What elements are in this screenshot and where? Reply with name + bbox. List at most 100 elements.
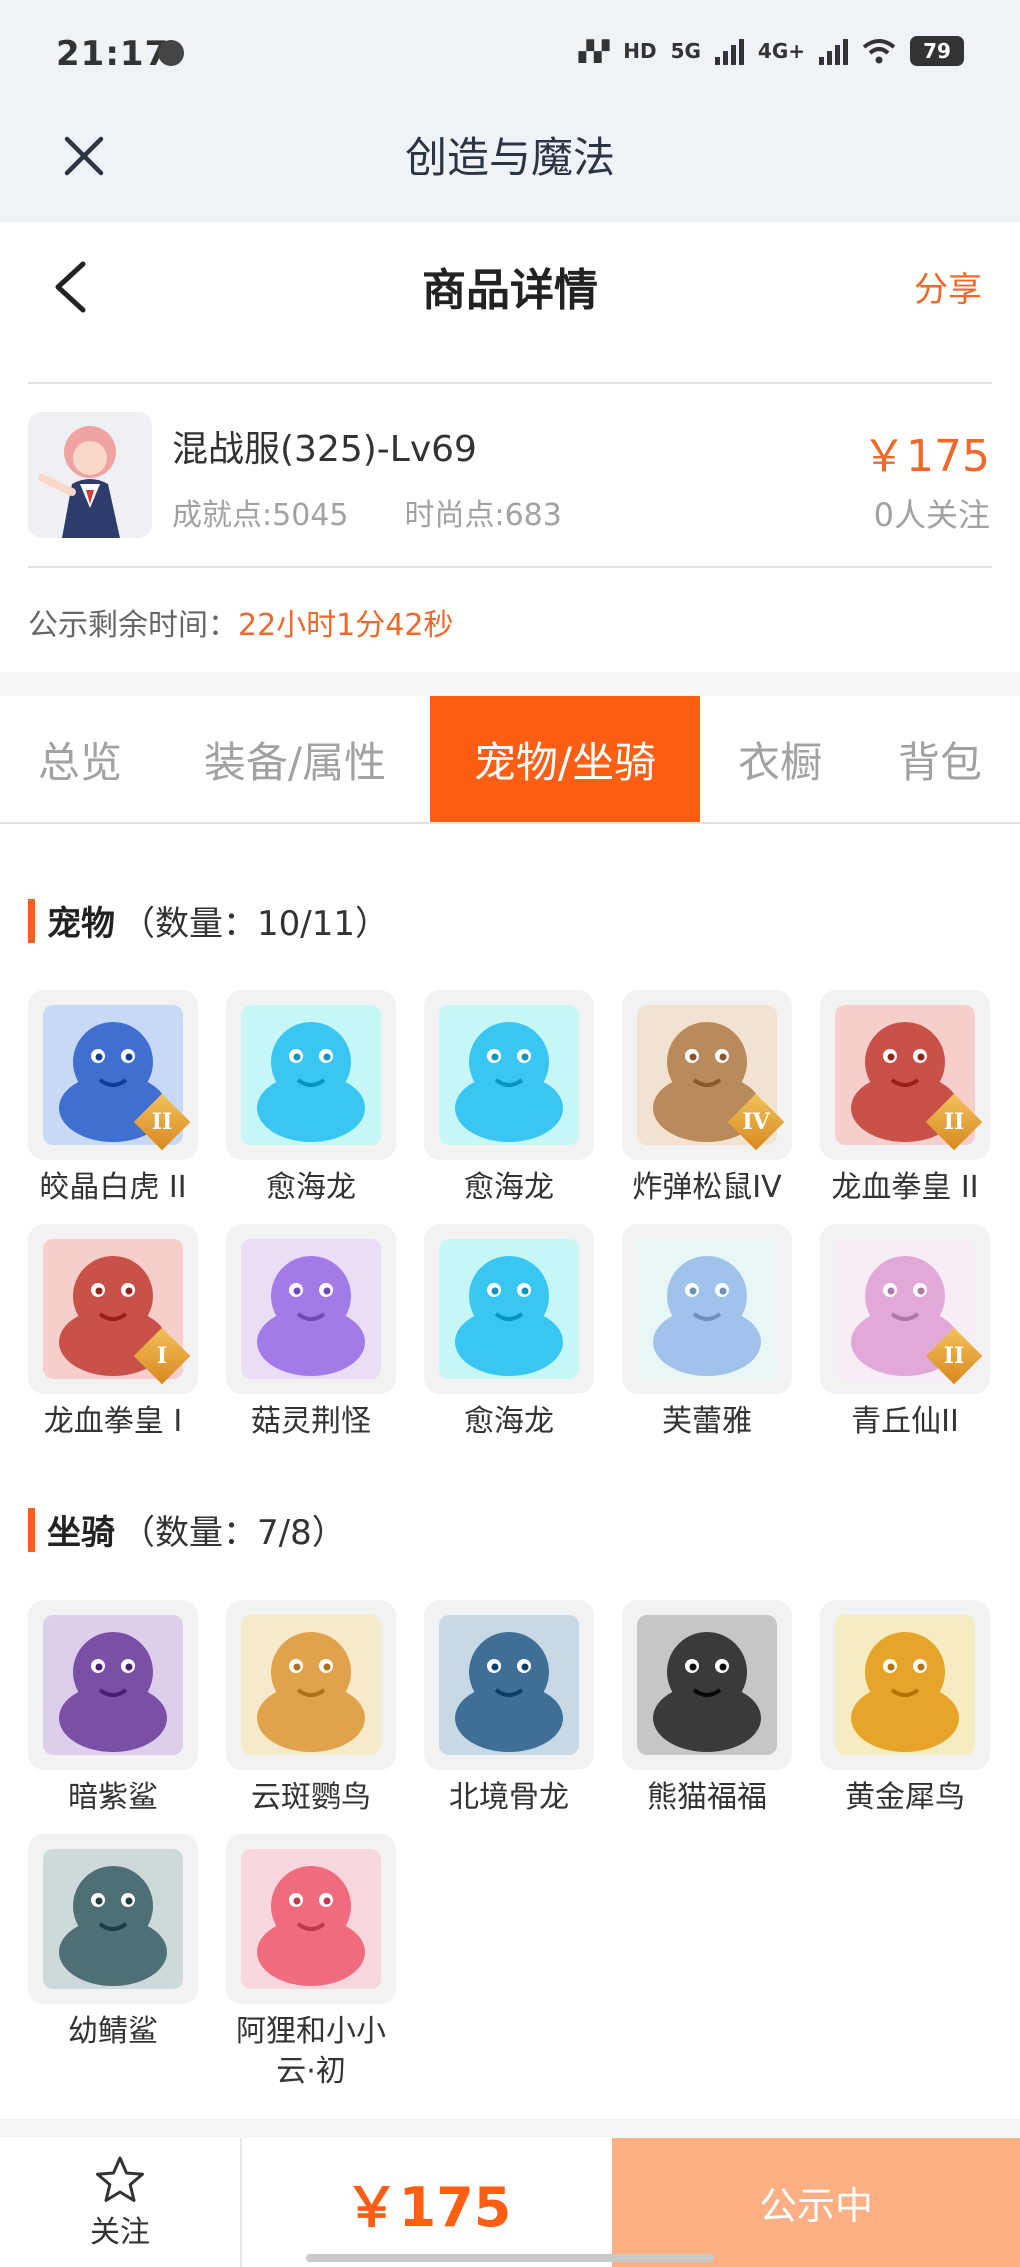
item-name: 愈海龙 bbox=[464, 1404, 554, 1439]
cell-signal-icon bbox=[714, 37, 744, 65]
item-name: 云斑鹦鸟 bbox=[251, 1780, 371, 1815]
sea-dragon-icon bbox=[226, 990, 396, 1160]
pet-item[interactable]: II 龙血拳皇 II bbox=[818, 990, 992, 1208]
panda-icon bbox=[622, 1600, 792, 1770]
pet-item[interactable]: 芙蕾雅 bbox=[620, 1224, 794, 1442]
squirrel-icon: IV bbox=[622, 990, 792, 1160]
purple-shark-icon bbox=[28, 1600, 198, 1770]
mount-item[interactable]: 黄金犀鸟 bbox=[818, 1600, 992, 1818]
publicity-status-button[interactable]: 公示中 bbox=[612, 2138, 1020, 2267]
pet-item[interactable]: 愈海龙 bbox=[422, 990, 596, 1208]
notice-row: 公示剩余时间：22小时1分42秒 bbox=[28, 600, 453, 644]
pet-item[interactable]: II 青丘仙II bbox=[818, 1224, 992, 1442]
notice-countdown: 22小时1分42秒 bbox=[238, 608, 454, 643]
bottom-price: ￥175 bbox=[344, 2176, 512, 2239]
home-indicator[interactable] bbox=[306, 2254, 714, 2262]
item-name: 芙蕾雅 bbox=[662, 1404, 752, 1439]
pet-item[interactable]: 愈海龙 bbox=[224, 990, 398, 1208]
item-name: 北境骨龙 bbox=[449, 1780, 569, 1815]
product-price: ￥175 bbox=[862, 431, 990, 482]
share-button[interactable]: 分享 bbox=[914, 262, 982, 311]
app-title-bar: 创造与魔法 bbox=[0, 112, 1020, 222]
bottom-action-bar: 关注 ￥175 公示中 bbox=[0, 2138, 1020, 2267]
white-tiger-icon: II bbox=[28, 990, 198, 1160]
dragon-boxer-icon: II bbox=[820, 990, 990, 1160]
notice-label: 公示剩余时间： bbox=[28, 608, 238, 643]
mount-item[interactable]: 暗紫鲨 bbox=[26, 1600, 200, 1818]
mount-item[interactable]: 阿狸和小小云·初 bbox=[224, 1834, 398, 2092]
status-bar: 21:17 ▞▞ HD 5G 4G+ 79 bbox=[0, 0, 1020, 112]
product-stats: 成就点:5045 时尚点:683 bbox=[172, 490, 562, 534]
rank-badge: II bbox=[133, 1093, 191, 1151]
product-avatar bbox=[28, 412, 152, 538]
page-title: 商品详情 bbox=[422, 265, 598, 316]
tab-backpack[interactable]: 背包 bbox=[860, 696, 1020, 822]
character-avatar-icon bbox=[28, 412, 152, 538]
item-name: 龙血拳皇 I bbox=[43, 1404, 183, 1439]
item-name: 青丘仙II bbox=[851, 1404, 959, 1439]
mount-item[interactable]: 熊猫福福 bbox=[620, 1600, 794, 1818]
achievement-points: 成就点:5045 bbox=[172, 498, 349, 533]
item-name: 熊猫福福 bbox=[647, 1780, 767, 1815]
pets-count: （数量：10/11） bbox=[121, 904, 389, 944]
tab-wardrobe[interactable]: 衣橱 bbox=[700, 696, 860, 822]
divider bbox=[28, 566, 992, 568]
rank-label: IV bbox=[742, 1109, 770, 1135]
status-icons: ▞▞ HD 5G 4G+ 79 bbox=[578, 36, 964, 66]
mount-item[interactable]: 北境骨龙 bbox=[422, 1600, 596, 1818]
page-header: 商品详情 分享 bbox=[0, 222, 1020, 382]
hornbill-icon bbox=[820, 1600, 990, 1770]
star-icon bbox=[96, 2156, 144, 2202]
fashion-points: 时尚点:683 bbox=[404, 498, 562, 533]
battery-indicator: 79 bbox=[910, 36, 964, 66]
dragon-boxer-icon: I bbox=[28, 1224, 198, 1394]
freya-icon bbox=[622, 1224, 792, 1394]
section-separator bbox=[0, 672, 1020, 696]
tab-overview[interactable]: 总览 bbox=[0, 696, 160, 822]
mounts-grid: 暗紫鲨 云斑鹦鸟 北境骨龙 熊猫福福 黄金犀鸟幼鲭鲨 阿狸和小小云·初 bbox=[26, 1600, 996, 2100]
mount-item[interactable]: 幼鲭鲨 bbox=[26, 1834, 200, 2052]
sea-dragon-icon bbox=[424, 1224, 594, 1394]
item-name: 菇灵荆怪 bbox=[251, 1404, 371, 1439]
pet-item[interactable]: 愈海龙 bbox=[422, 1224, 596, 1442]
pets-grid: II 皎晶白虎 II 愈海龙 愈海龙 IV 炸弹松鼠IV II 龙血拳皇 II I 龙血拳皇 I菇… bbox=[26, 990, 996, 1439]
item-name: 龙血拳皇 II bbox=[831, 1170, 979, 1205]
rank-label: I bbox=[156, 1343, 168, 1369]
item-name: 暗紫鲨 bbox=[68, 1780, 158, 1815]
globe-icon bbox=[158, 40, 184, 66]
rank-badge: I bbox=[133, 1327, 191, 1385]
item-name: 愈海龙 bbox=[464, 1170, 554, 1205]
rank-badge: II bbox=[925, 1327, 983, 1385]
item-name: 皎晶白虎 II bbox=[39, 1170, 187, 1205]
pet-item[interactable]: I 龙血拳皇 I bbox=[26, 1224, 200, 1442]
fox-fairy-icon: II bbox=[820, 1224, 990, 1394]
follow-label: 关注 bbox=[90, 2214, 150, 2250]
follower-count: 0人关注 bbox=[873, 496, 990, 534]
ali-fox-icon bbox=[226, 1834, 396, 2004]
rank-label: II bbox=[151, 1109, 173, 1135]
mounts-count: （数量：7/8） bbox=[121, 1513, 346, 1553]
pet-item[interactable]: 菇灵荆怪 bbox=[224, 1224, 398, 1442]
mount-item[interactable]: 云斑鹦鸟 bbox=[224, 1600, 398, 1818]
product-name: 混战服(325)-Lv69 bbox=[172, 429, 477, 470]
follow-button[interactable]: 关注 bbox=[0, 2138, 242, 2267]
network-4g-label: 4G+ bbox=[757, 39, 805, 63]
app-title: 创造与魔法 bbox=[404, 133, 615, 182]
shark-icon bbox=[28, 1834, 198, 2004]
item-name: 炸弹松鼠IV bbox=[632, 1170, 782, 1205]
pet-item[interactable]: IV 炸弹松鼠IV bbox=[620, 990, 794, 1208]
pets-section-header: 宠物 （数量：10/11） bbox=[28, 896, 389, 945]
tab-bar: 总览 装备/属性 宠物/坐骑 衣橱 背包 bbox=[0, 696, 1020, 824]
pet-item[interactable]: II 皎晶白虎 II bbox=[26, 990, 200, 1208]
item-name: 幼鲭鲨 bbox=[68, 2014, 158, 2049]
mounts-title: 坐骑 bbox=[47, 1513, 115, 1553]
mounts-section-header: 坐骑 （数量：7/8） bbox=[28, 1505, 346, 1554]
item-name: 阿狸和小小云·初 bbox=[236, 2014, 386, 2089]
signal-strength-icon: ▞▞ bbox=[578, 39, 610, 63]
sea-dragon-icon bbox=[424, 990, 594, 1160]
bottom-separator bbox=[0, 2118, 1020, 2138]
item-name: 黄金犀鸟 bbox=[845, 1780, 965, 1815]
tab-pets-mounts[interactable]: 宠物/坐骑 bbox=[430, 696, 700, 822]
parrot-icon bbox=[226, 1600, 396, 1770]
tab-equipment[interactable]: 装备/属性 bbox=[160, 696, 430, 822]
